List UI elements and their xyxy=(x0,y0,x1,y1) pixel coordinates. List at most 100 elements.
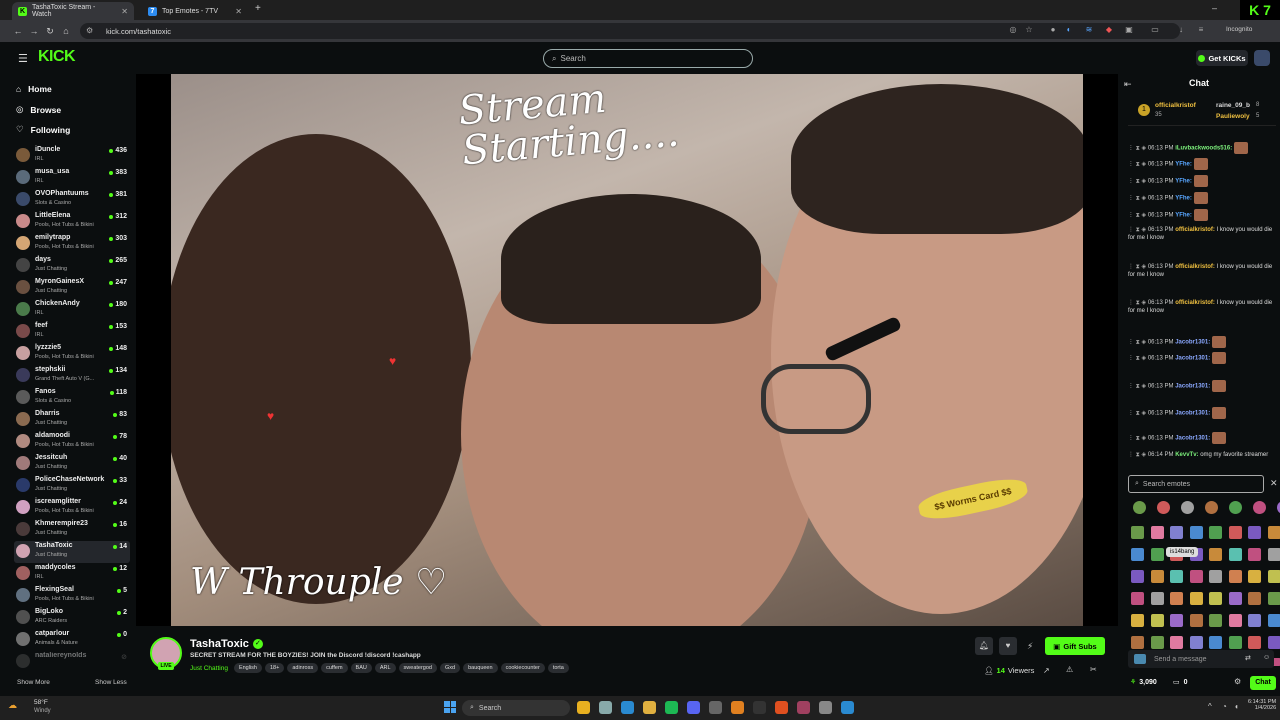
stream-tag[interactable]: adinross xyxy=(287,663,319,673)
chat-username[interactable]: Jacobr1301: xyxy=(1175,436,1210,442)
home-icon[interactable]: ⌂ xyxy=(58,26,74,36)
emote-icon[interactable] xyxy=(1150,636,1164,649)
stream-tag[interactable]: ARL xyxy=(374,663,396,673)
emote-icon[interactable] xyxy=(1189,592,1203,605)
gifter-name[interactable]: raine_09_b xyxy=(1216,102,1250,109)
sidebar-channel[interactable]: Jessitcuh Just Chatting 40 xyxy=(14,453,130,475)
emoji-icon[interactable]: ☺ xyxy=(1263,654,1270,661)
hamburger-icon[interactable]: ☰ xyxy=(18,52,28,65)
emote-search-input[interactable]: ⌕ Search emotes xyxy=(1128,475,1264,493)
show-less-button[interactable]: Show Less xyxy=(95,679,127,686)
minimize-icon[interactable]: – xyxy=(1212,3,1217,13)
stream-tag[interactable]: cookiecounter xyxy=(500,663,545,673)
show-more-button[interactable]: Show More xyxy=(17,679,50,686)
emote-icon[interactable] xyxy=(1209,548,1222,561)
menu-icon[interactable]: ≡ xyxy=(1196,25,1206,35)
stream-tag[interactable]: Gxd xyxy=(439,663,461,673)
tab-tashatoxic[interactable]: K TashaToxic Stream - Watch ✕ xyxy=(12,2,134,20)
get-kicks-button[interactable]: Get KICKs xyxy=(1196,50,1248,66)
chat-send-button[interactable]: Chat xyxy=(1250,676,1276,690)
chat-username[interactable]: YFhe: xyxy=(1175,179,1192,185)
extension-icon[interactable]: ≋ xyxy=(1084,25,1094,35)
emote-icon[interactable] xyxy=(1131,570,1144,583)
emote-icon[interactable] xyxy=(1248,636,1261,649)
vlc-icon[interactable] xyxy=(731,701,744,714)
windows-start-icon[interactable] xyxy=(444,701,456,713)
7tv-icon[interactable]: ⇄ xyxy=(1245,654,1251,662)
emote-icon[interactable] xyxy=(1209,570,1222,583)
chat-username[interactable]: officialkristof: xyxy=(1175,264,1215,270)
chat-username[interactable]: Jacobr1301: xyxy=(1175,356,1210,362)
chevron-up-icon[interactable]: ^ xyxy=(1208,702,1212,711)
volume-icon[interactable]: ◖ xyxy=(1234,702,1239,711)
sidepanel-icon[interactable]: ▭ xyxy=(1150,25,1160,35)
emote-set-tab-icon[interactable] xyxy=(1133,501,1146,514)
follow-heart-button[interactable]: ♥ xyxy=(999,637,1017,655)
settings-icon[interactable] xyxy=(819,701,832,714)
stream-tag[interactable]: bauqueen xyxy=(463,663,498,673)
emote-icon[interactable] xyxy=(1170,636,1183,649)
sidebar-channel[interactable]: MyronGainesX Just Chatting 247 xyxy=(14,277,130,299)
search-input[interactable]: ⌕ Search xyxy=(543,49,753,68)
stream-tag[interactable]: English xyxy=(233,663,262,673)
download-icon[interactable]: ↓ xyxy=(1176,25,1186,35)
emote-icon[interactable] xyxy=(1189,636,1203,649)
emote-icon[interactable] xyxy=(1209,614,1222,627)
stream-tag[interactable]: sweatergod xyxy=(398,663,437,673)
sidebar-item-browse[interactable]: ◎ Browse xyxy=(16,104,61,115)
emote-icon[interactable] xyxy=(1170,592,1183,605)
bell-icon[interactable]: 🔔︎ xyxy=(975,637,993,655)
obs-icon[interactable] xyxy=(709,701,722,714)
chat-username[interactable]: officialkristof: xyxy=(1175,227,1215,233)
clip-icon[interactable]: ✂ xyxy=(1090,665,1097,674)
extension-icon[interactable]: ◆ xyxy=(1104,25,1114,35)
emote-icon[interactable] xyxy=(1131,614,1144,627)
sidebar-channel[interactable]: Fanos Slots & Casino 118 xyxy=(14,387,130,409)
sidebar-item-following[interactable]: ♡ Following xyxy=(16,124,70,135)
emote-icon[interactable] xyxy=(1228,614,1242,627)
sidebar-channel[interactable]: Khmerempire23 Just Chatting 16 xyxy=(14,519,130,541)
close-icon[interactable]: ✕ xyxy=(235,7,242,16)
chat-username[interactable]: iLuvbackwoods516: xyxy=(1175,146,1232,152)
emote-icon[interactable] xyxy=(1189,614,1203,627)
emote-icon[interactable] xyxy=(1131,526,1144,539)
emote-icon[interactable] xyxy=(1228,526,1242,539)
emote-icon[interactable] xyxy=(1189,570,1203,583)
forward-icon[interactable]: → xyxy=(26,26,42,36)
close-icon[interactable]: ✕ xyxy=(1270,478,1278,489)
extension-icon[interactable]: ◐ xyxy=(1064,25,1074,35)
emote-icon[interactable] xyxy=(1248,548,1261,561)
report-icon[interactable]: ⚠ xyxy=(1066,665,1073,674)
weather-temp[interactable]: 58°F xyxy=(34,699,48,706)
stream-tag[interactable]: cuffem xyxy=(321,663,348,673)
sidebar-channel[interactable]: iscreamglitter Pools, Hot Tubs & Bikini 24 xyxy=(14,497,130,519)
emote-icon[interactable] xyxy=(1170,570,1183,583)
emote-icon[interactable] xyxy=(1150,548,1164,561)
emote-icon[interactable] xyxy=(1150,526,1164,539)
emote-set-tab-icon[interactable] xyxy=(1157,501,1170,514)
chat-username[interactable]: Jacobr1301: xyxy=(1175,340,1210,346)
sidebar-channel[interactable]: aldamoodi Pools, Hot Tubs & Bikini 78 xyxy=(14,431,130,453)
taskbar-search[interactable]: ⌕ Search xyxy=(462,700,570,716)
emote-icon[interactable] xyxy=(1248,570,1261,583)
emote-icon[interactable] xyxy=(1150,592,1164,605)
settings-gear-icon[interactable]: ⚙ xyxy=(1234,677,1241,686)
sidebar-channel[interactable]: TashaToxic Just Chatting 14 xyxy=(14,541,130,563)
gifter-name[interactable]: officialkristof xyxy=(1155,102,1196,109)
terminal-icon[interactable] xyxy=(753,701,766,714)
emote-icon[interactable] xyxy=(1267,592,1280,605)
sidebar-channel[interactable]: feef IRL 153 xyxy=(14,321,130,343)
brave-icon[interactable] xyxy=(775,701,788,714)
photos-icon[interactable] xyxy=(841,701,854,714)
emote-icon[interactable] xyxy=(1228,592,1242,605)
emote-icon[interactable] xyxy=(1170,526,1183,539)
extension-icon[interactable]: ● xyxy=(1048,25,1058,35)
sidebar-channel[interactable]: emilytrapp Pools, Hot Tubs & Bikini 303 xyxy=(14,233,130,255)
sidebar-item-home[interactable]: ⌂ Home xyxy=(16,84,52,94)
site-info-icon[interactable]: ⚙ xyxy=(86,26,93,35)
emote-button-icon[interactable] xyxy=(1134,654,1146,664)
emote-icon[interactable] xyxy=(1248,614,1261,627)
new-tab-button[interactable]: + xyxy=(255,3,261,14)
kick-logo[interactable]: KICK xyxy=(38,48,76,66)
back-icon[interactable]: ← xyxy=(10,26,26,36)
